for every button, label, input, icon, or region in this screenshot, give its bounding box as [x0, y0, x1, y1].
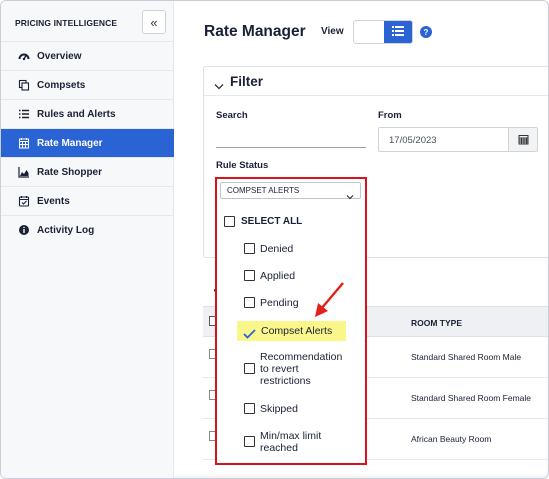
checkmark-icon — [243, 326, 256, 344]
option-checkbox[interactable] — [244, 297, 255, 308]
search-label: Search — [216, 110, 248, 121]
rule-status-label: Rule Status — [216, 160, 269, 171]
option-checkbox[interactable] — [244, 270, 255, 281]
from-label: From — [378, 110, 402, 121]
view-toggle[interactable] — [353, 20, 413, 44]
sidebar-item-activity-log[interactable]: Activity Log — [1, 215, 174, 244]
sidebar-item-label: Rate Shopper — [37, 166, 103, 178]
option-recommendation-revert[interactable]: Recommendation to revert restrictions — [244, 351, 342, 387]
help-icon[interactable]: ? — [420, 26, 432, 38]
sidebar-item-label: Overview — [37, 50, 82, 62]
rule-status-select[interactable]: COMPSET ALERTS — [220, 182, 361, 200]
sidebar-item-rate-shopper[interactable]: Rate Shopper — [1, 157, 174, 186]
option-checkbox[interactable] — [244, 436, 255, 447]
sidebar-item-label: Compsets — [37, 79, 86, 91]
option-label: Min/max limit reached — [260, 430, 321, 454]
sidebar: PRICING INTELLIGENCE « Overview Compsets — [1, 1, 174, 478]
rule-status-dropdown: COMPSET ALERTS SELECT ALL Denied Applied… — [215, 177, 367, 465]
info-icon — [18, 224, 30, 236]
option-label-line: reached — [260, 442, 298, 454]
copy-icon — [18, 79, 30, 91]
option-label: Pending — [260, 297, 299, 309]
sidebar-nav: Overview Compsets Rules and Alerts Rate … — [1, 41, 174, 244]
area-chart-icon — [18, 166, 30, 178]
option-min-max-limit[interactable]: Min/max limit reached — [244, 430, 321, 454]
option-checkbox[interactable] — [244, 403, 255, 414]
sidebar-item-label: Activity Log — [37, 224, 95, 236]
calendar-check-icon — [18, 195, 30, 207]
sidebar-item-compsets[interactable]: Compsets — [1, 70, 174, 99]
sidebar-item-rate-manager[interactable]: Rate Manager — [1, 128, 174, 157]
room-type-cell: Standard Shared Room Male — [411, 352, 522, 362]
list-view-icon — [392, 23, 404, 41]
from-date-value: 17/05/2023 — [389, 135, 437, 146]
option-denied[interactable]: Denied — [244, 243, 293, 255]
filter-title: Filter — [230, 74, 264, 89]
sidebar-collapse-button[interactable]: « — [142, 10, 166, 34]
sidebar-item-events[interactable]: Events — [1, 186, 174, 215]
filter-header[interactable]: Filter — [204, 67, 548, 96]
select-all-label: SELECT ALL — [241, 216, 303, 227]
annotation-arrow-icon — [315, 282, 344, 317]
sidebar-item-label: Rules and Alerts — [37, 108, 116, 120]
select-all-checkbox[interactable] — [224, 216, 235, 227]
chevron-down-icon — [214, 77, 224, 95]
option-checkbox[interactable] — [244, 243, 255, 254]
option-checkbox[interactable] — [244, 363, 255, 374]
calendar-grid-icon — [18, 137, 30, 149]
sidebar-item-label: Rate Manager — [37, 137, 103, 149]
sidebar-item-rules-and-alerts[interactable]: Rules and Alerts — [1, 99, 174, 128]
option-label: Recommendation to revert restrictions — [260, 351, 342, 387]
page-title: Rate Manager — [204, 23, 306, 40]
search-input[interactable] — [216, 147, 366, 148]
option-label-line: restrictions — [260, 375, 311, 387]
option-label: Skipped — [260, 403, 298, 415]
option-compset-alerts[interactable]: Compset Alerts — [237, 321, 346, 341]
room-type-column-header: ROOM TYPE — [411, 318, 463, 328]
rule-status-selected-value: COMPSET ALERTS — [227, 186, 300, 195]
option-label: Denied — [260, 243, 294, 255]
option-skipped[interactable]: Skipped — [244, 403, 298, 415]
view-label: View — [321, 26, 344, 37]
sidebar-title: PRICING INTELLIGENCE — [15, 18, 118, 28]
select-all-option[interactable]: SELECT ALL — [224, 216, 302, 228]
option-pending[interactable]: Pending — [244, 297, 299, 309]
sidebar-item-overview[interactable]: Overview — [1, 41, 174, 70]
option-label-line: Recommendation — [260, 351, 343, 363]
option-label: Applied — [260, 270, 296, 282]
room-type-cell: African Beauty Room — [411, 434, 492, 444]
sidebar-item-label: Events — [37, 195, 70, 207]
list-view-button[interactable] — [384, 21, 412, 43]
dashboard-icon — [18, 50, 30, 62]
list-icon — [18, 108, 30, 120]
option-label-line: Min/max limit — [260, 430, 322, 442]
option-label-line: to revert — [260, 363, 299, 375]
from-date-input[interactable]: 17/05/2023 — [378, 127, 538, 152]
option-label: Compset Alerts — [261, 325, 333, 337]
app-window: PRICING INTELLIGENCE « Overview Compsets — [0, 0, 549, 479]
sidebar-header: PRICING INTELLIGENCE « — [1, 1, 174, 41]
option-applied[interactable]: Applied — [244, 270, 295, 282]
chevron-down-icon — [346, 187, 354, 205]
room-type-cell: Standard Shared Room Female — [411, 393, 532, 403]
calendar-icon[interactable] — [508, 128, 537, 151]
